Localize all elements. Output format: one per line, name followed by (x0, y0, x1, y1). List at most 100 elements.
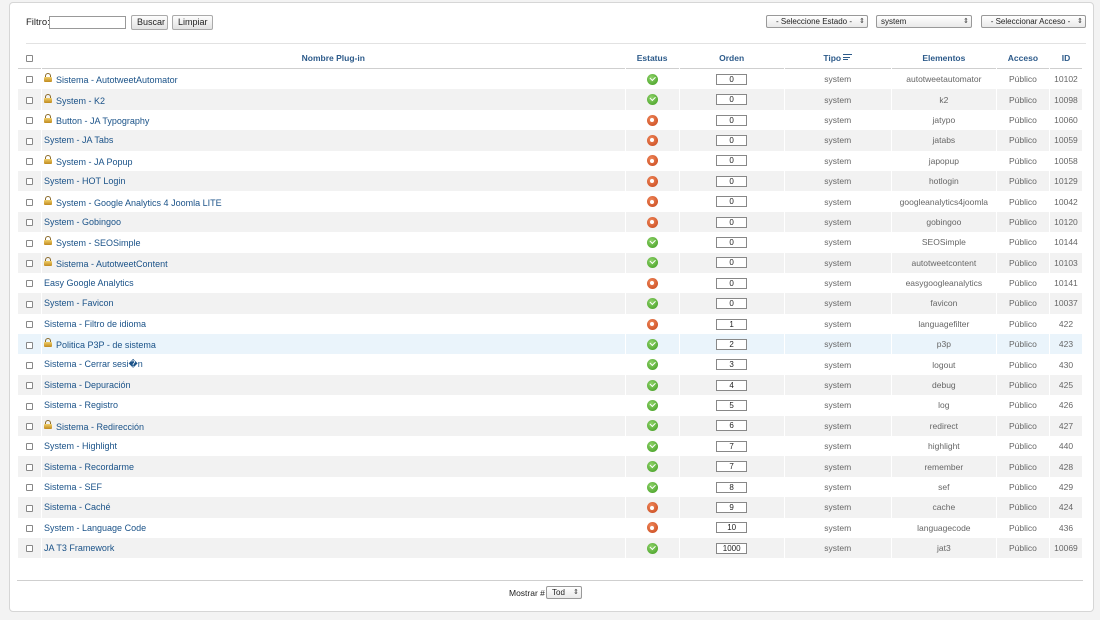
row-checkbox[interactable] (26, 504, 33, 512)
disabled-status-icon[interactable] (646, 502, 658, 514)
access-cell[interactable]: Público (996, 191, 1049, 212)
plugin-name-link[interactable]: System - JA Popup (56, 157, 133, 167)
access-cell[interactable]: Público (996, 517, 1049, 538)
enabled-status-icon[interactable] (646, 257, 658, 269)
row-checkbox[interactable] (26, 545, 33, 553)
row-checkbox[interactable] (26, 280, 33, 288)
disabled-status-icon[interactable] (646, 277, 658, 289)
plugin-name-link[interactable]: System - JA Tabs (44, 135, 113, 145)
plugin-name-link[interactable]: JA T3 Framework (44, 543, 114, 553)
enabled-status-icon[interactable] (646, 94, 658, 106)
access-cell[interactable]: Público (996, 69, 1049, 90)
row-checkbox[interactable] (26, 76, 33, 84)
order-input[interactable]: 4 (716, 379, 748, 391)
order-input[interactable]: 1000 (716, 542, 748, 554)
order-input[interactable]: 7 (716, 440, 748, 452)
plugin-name-link[interactable]: Sistema - SEF (44, 482, 102, 492)
access-cell[interactable]: Público (996, 334, 1049, 355)
filter-input[interactable] (49, 16, 126, 29)
order-input[interactable]: 6 (716, 420, 748, 432)
column-header-access[interactable]: Acceso (996, 48, 1049, 69)
access-cell[interactable]: Público (996, 89, 1049, 110)
access-cell[interactable]: Público (996, 170, 1049, 192)
enabled-status-icon[interactable] (646, 400, 658, 412)
column-header-status[interactable]: Estatus (625, 48, 679, 69)
access-cell[interactable]: Público (996, 415, 1049, 437)
plugin-name-link[interactable]: System - K2 (56, 96, 105, 106)
row-checkbox[interactable] (26, 321, 33, 329)
select-all-checkbox[interactable] (26, 55, 33, 63)
access-cell[interactable]: Público (996, 211, 1049, 233)
access-cell[interactable]: Público (996, 313, 1049, 335)
enabled-status-icon[interactable] (646, 73, 658, 85)
row-checkbox[interactable] (26, 239, 33, 247)
row-checkbox[interactable] (26, 341, 33, 349)
access-cell[interactable]: Público (996, 109, 1049, 131)
row-checkbox[interactable] (26, 525, 33, 533)
order-input[interactable]: 0 (716, 73, 748, 85)
order-input[interactable]: 9 (716, 502, 748, 514)
plugin-name-link[interactable]: Sistema - Filtro de idioma (44, 319, 146, 329)
enabled-status-icon[interactable] (646, 338, 658, 350)
order-input[interactable]: 0 (716, 236, 748, 248)
enabled-status-icon[interactable] (646, 236, 658, 248)
enabled-status-icon[interactable] (646, 461, 658, 473)
row-checkbox[interactable] (26, 300, 33, 308)
access-cell[interactable]: Público (996, 150, 1049, 171)
row-checkbox[interactable] (26, 219, 33, 227)
plugin-name-link[interactable]: Sistema - Caché (44, 502, 111, 512)
plugin-name-link[interactable]: System - HOT Login (44, 176, 125, 186)
access-cell[interactable]: Público (996, 252, 1049, 273)
access-cell[interactable]: Público (996, 293, 1049, 314)
disabled-status-icon[interactable] (646, 318, 658, 330)
order-input[interactable]: 0 (716, 94, 748, 106)
access-cell[interactable]: Público (996, 130, 1049, 151)
plugin-name-link[interactable]: System - Language Code (44, 523, 146, 533)
plugin-name-link[interactable]: Sistema - AutotweetAutomator (56, 75, 178, 85)
disabled-status-icon[interactable] (646, 114, 658, 126)
row-checkbox[interactable] (26, 137, 33, 145)
plugin-name-link[interactable]: Politica P3P - de sistema (56, 340, 156, 350)
order-input[interactable]: 5 (716, 400, 748, 412)
plugin-name-link[interactable]: Sistema - Depuración (44, 380, 131, 390)
order-input[interactable]: 2 (716, 338, 748, 350)
access-cell[interactable]: Público (996, 395, 1049, 416)
access-cell[interactable]: Público (996, 497, 1049, 518)
disabled-status-icon[interactable] (646, 216, 658, 228)
plugin-name-link[interactable]: System - Gobingoo (44, 217, 121, 227)
order-input[interactable]: 0 (716, 298, 748, 310)
order-input[interactable]: 0 (716, 114, 748, 126)
enabled-status-icon[interactable] (646, 542, 658, 554)
plugin-name-link[interactable]: Sistema - Recordarme (44, 462, 134, 472)
plugin-name-link[interactable]: Sistema - AutotweetContent (56, 259, 168, 269)
row-checkbox[interactable] (26, 259, 33, 267)
order-input[interactable]: 3 (716, 359, 748, 371)
plugin-name-link[interactable]: System - Highlight (44, 441, 117, 451)
order-input[interactable]: 0 (716, 257, 748, 269)
list-limit-select[interactable]: Tod ⇕ (546, 586, 582, 599)
disabled-status-icon[interactable] (646, 175, 658, 187)
disabled-status-icon[interactable] (646, 196, 658, 208)
enabled-status-icon[interactable] (646, 481, 658, 493)
access-cell[interactable]: Público (996, 272, 1049, 294)
enabled-status-icon[interactable] (646, 359, 658, 371)
access-cell[interactable]: Público (996, 354, 1049, 375)
plugin-name-link[interactable]: System - Favicon (44, 298, 114, 308)
access-cell[interactable]: Público (996, 232, 1049, 253)
access-cell[interactable]: Público (996, 476, 1049, 498)
row-checkbox[interactable] (26, 382, 33, 390)
order-input[interactable]: 1 (716, 318, 748, 330)
order-input[interactable]: 0 (716, 134, 748, 146)
column-header-name[interactable]: Nombre Plug-in (42, 48, 625, 69)
plugin-name-link[interactable]: Sistema - Cerrar sesi�n (44, 359, 143, 369)
access-cell[interactable]: Público (996, 456, 1049, 477)
plugin-name-link[interactable]: System - SEOSimple (56, 238, 141, 248)
row-checkbox[interactable] (26, 96, 33, 104)
type-select[interactable]: system ⇕ (876, 15, 972, 28)
access-select[interactable]: - Seleccionar Acceso - ⇕ (981, 15, 1086, 28)
enabled-status-icon[interactable] (646, 420, 658, 432)
order-input[interactable]: 10 (716, 522, 748, 534)
access-cell[interactable]: Público (996, 537, 1049, 559)
plugin-name-link[interactable]: Easy Google Analytics (44, 278, 134, 288)
row-checkbox[interactable] (26, 423, 33, 431)
